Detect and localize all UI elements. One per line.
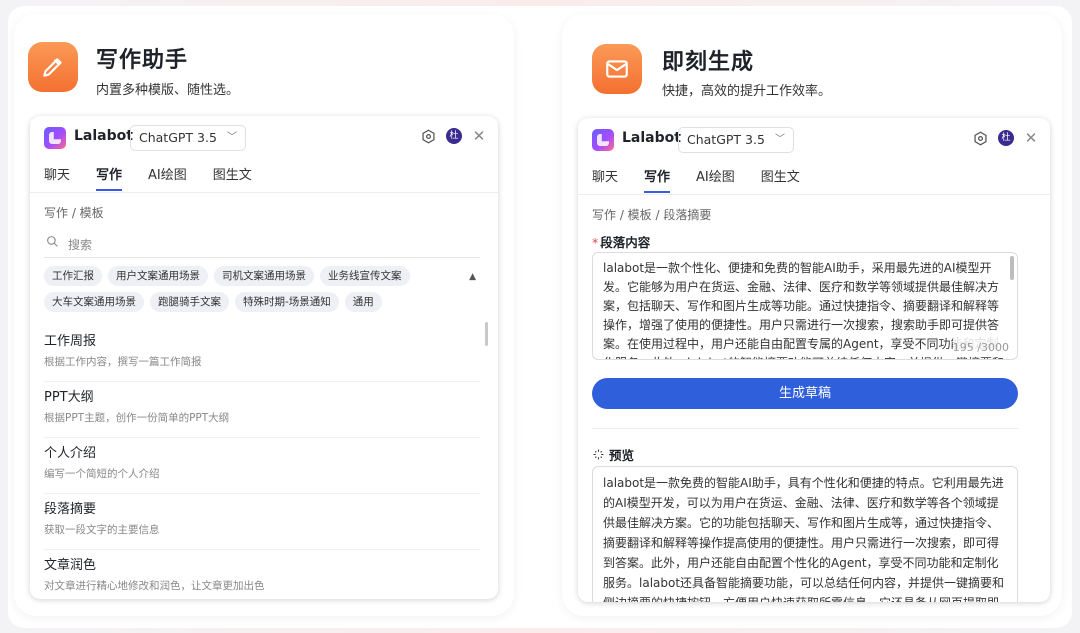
model-select[interactable]: ChatGPT 3.5 ﹀ [678, 127, 794, 153]
tag-chip[interactable]: 司机文案通用场景 [214, 266, 314, 286]
generate-draft-button[interactable]: 生成草稿 [592, 378, 1018, 409]
tab-bar: 聊天 写作 AI绘图 图生文 [592, 166, 800, 193]
tab-image-to-text[interactable]: 图生文 [761, 166, 800, 193]
instant-generate-card: 即刻生成 快捷，高效的提升工作效率。 Lalabot ChatGPT 3.5 ﹀… [562, 14, 1062, 616]
list-item[interactable]: 文章润色 对文章进行精心地修改和润色，让文章更加出色 [44, 550, 480, 599]
window-actions: 杜 ✕ [972, 130, 1038, 146]
card-header: 即刻生成 快捷，高效的提升工作效率。 [576, 42, 1046, 102]
preview-text: lalabot是一款免费的智能AI助手，具有个性化和便捷的特点。它利用最先进的A… [603, 476, 1005, 602]
model-select[interactable]: ChatGPT 3.5 ﹀ [130, 125, 246, 151]
search-input[interactable]: 搜索 [44, 228, 480, 258]
list-item[interactable]: 段落摘要 获取一段文字的主要信息 [44, 494, 480, 550]
card-subtitle: 内置多种模版、随性选。 [96, 83, 240, 98]
avatar[interactable]: 杜 [998, 130, 1014, 146]
tab-writing[interactable]: 写作 [96, 164, 123, 191]
tag-list: 工作汇报 用户文案通用场景 司机文案通用场景 业务线宣传文案 大车文案通用场景 … [44, 266, 474, 312]
template-title: 个人介绍 [44, 446, 97, 461]
model-select-value: ChatGPT 3.5 [139, 130, 217, 145]
preview-label: 预览 [592, 445, 634, 464]
model-select-value: ChatGPT 3.5 [687, 132, 765, 147]
paragraph-textarea[interactable]: lalabot是一款个性化、便捷和免费的智能AI助手，采用最先进的AI模型开发。… [592, 252, 1018, 360]
section-divider [592, 428, 1018, 429]
list-item[interactable]: PPT大纲 根据PPT主题，创作一份简单的PPT大纲 [44, 382, 480, 438]
template-title: 工作周报 [44, 334, 97, 349]
search-placeholder: 搜索 [68, 238, 93, 252]
chevron-down-icon: ﹀ [226, 132, 237, 143]
tab-bar: 聊天 写作 AI绘图 图生文 [44, 164, 252, 191]
pencil-icon [28, 42, 78, 92]
list-item[interactable]: 个人介绍 编写一个简短的个人介绍 [44, 438, 480, 494]
window-header: Lalabot ChatGPT 3.5 ﹀ 杜 ✕ [30, 116, 498, 160]
tab-divider [30, 192, 498, 193]
tab-image-to-text[interactable]: 图生文 [213, 164, 252, 191]
list-item[interactable]: 工作周报 根据工作内容，撰写一篇工作简报 [44, 326, 480, 382]
preview-label-text: 预览 [609, 448, 635, 463]
mail-icon [592, 44, 642, 94]
window-actions: 杜 ✕ [420, 128, 486, 144]
tag-chip[interactable]: 特殊时期-场景通知 [235, 292, 339, 312]
window-header: Lalabot ChatGPT 3.5 ﹀ 杜 ✕ [578, 118, 1050, 162]
template-desc: 编写一个简短的个人介绍 [44, 468, 160, 480]
tab-writing[interactable]: 写作 [644, 166, 671, 193]
app-window: Lalabot ChatGPT 3.5 ﹀ 杜 ✕ 聊天 写作 AI绘图 图生文… [30, 116, 498, 599]
template-desc: 根据工作内容，撰写一篇工作简报 [44, 356, 202, 368]
paragraph-field-label: * 段落内容 [592, 232, 650, 251]
app-window: Lalabot ChatGPT 3.5 ﹀ 杜 ✕ 聊天 写作 AI绘图 图生文… [578, 118, 1050, 602]
card-title: 即刻生成 [662, 50, 755, 75]
close-icon[interactable]: ✕ [1024, 130, 1038, 146]
lalabot-logo [592, 129, 614, 151]
tab-chat[interactable]: 聊天 [44, 164, 70, 191]
avatar[interactable]: 杜 [446, 128, 462, 144]
tab-chat[interactable]: 聊天 [592, 166, 618, 193]
field-label-text: 段落内容 [600, 235, 651, 250]
writing-assistant-card: 写作助手 内置多种模版、随性选。 Lalabot ChatGPT 3.5 ﹀ 杜… [14, 14, 514, 616]
template-list: 工作周报 根据工作内容，撰写一篇工作简报 PPT大纲 根据PPT主题，创作一份简… [44, 326, 480, 599]
app-name: Lalabot [74, 128, 133, 144]
preview-output: lalabot是一款免费的智能AI助手，具有个性化和便捷的特点。它利用最先进的A… [592, 466, 1018, 602]
sparkle-icon [593, 449, 604, 460]
card-header: 写作助手 内置多种模版、随性选。 [28, 42, 498, 102]
template-desc: 获取一段文字的主要信息 [44, 524, 160, 536]
template-title: 段落摘要 [44, 502, 97, 517]
tag-chip[interactable]: 工作汇报 [44, 266, 102, 286]
template-title: 文章润色 [44, 558, 97, 573]
card-subtitle: 快捷，高效的提升工作效率。 [662, 84, 832, 99]
textarea-scrollbar[interactable] [1010, 256, 1014, 280]
gear-icon[interactable] [972, 130, 988, 146]
lalabot-logo [44, 127, 66, 149]
gear-icon[interactable] [420, 128, 436, 144]
template-desc: 根据PPT主题，创作一份简单的PPT大纲 [44, 412, 230, 424]
close-icon[interactable]: ✕ [472, 128, 486, 144]
char-counter: 195 /3000 [952, 338, 1009, 357]
collapse-tags-icon[interactable]: ▲ [469, 272, 476, 282]
textarea-value: lalabot是一款个性化、便捷和免费的智能AI助手，采用最先进的AI模型开发。… [603, 261, 1004, 359]
chevron-down-icon: ﹀ [774, 134, 785, 145]
app-name: Lalabot [622, 130, 681, 146]
tag-chip[interactable]: 用户文案通用场景 [108, 266, 208, 286]
required-mark: * [592, 235, 599, 250]
tab-divider [578, 194, 1050, 195]
tag-chip[interactable]: 跑腿骑手文案 [150, 292, 229, 312]
tab-ai-drawing[interactable]: AI绘图 [148, 164, 187, 191]
breadcrumb: 写作 / 模板 [44, 206, 104, 220]
tag-chip[interactable]: 大车文案通用场景 [44, 292, 144, 312]
tag-chip[interactable]: 通用 [344, 292, 382, 312]
breadcrumb: 写作 / 模板 / 段落摘要 [592, 208, 712, 222]
tag-chip[interactable]: 业务线宣传文案 [320, 266, 410, 286]
template-desc: 对文章进行精心地修改和润色，让文章更加出色 [44, 580, 265, 592]
tab-ai-drawing[interactable]: AI绘图 [696, 166, 735, 193]
card-title: 写作助手 [96, 48, 189, 73]
list-scrollbar[interactable] [485, 322, 488, 346]
search-icon [47, 236, 58, 247]
template-title: PPT大纲 [44, 390, 94, 405]
